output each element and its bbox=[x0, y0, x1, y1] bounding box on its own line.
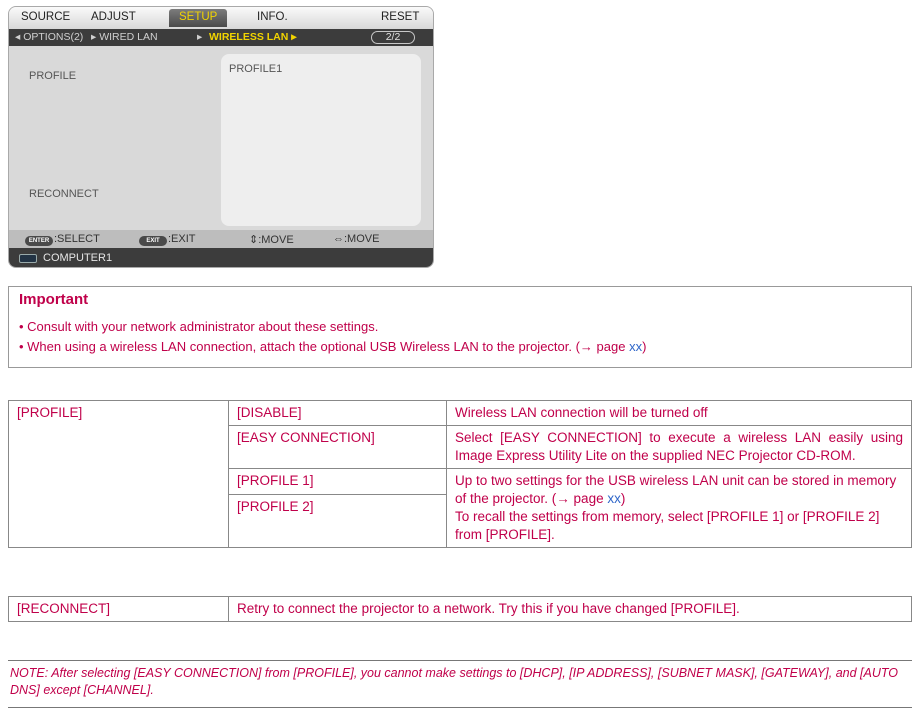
table-row: [RECONNECT] Retry to connect the project… bbox=[8, 596, 912, 622]
osd-subtab-bar: ◂ OPTIONS(2) ▸ WIRED LAN ▸ WIRELESS LAN … bbox=[9, 29, 433, 46]
option-easy-connection: [EASY CONNECTION] bbox=[228, 425, 447, 469]
option-disable: [DISABLE] bbox=[228, 400, 447, 426]
computer-input-icon bbox=[19, 254, 37, 263]
page-link[interactable]: xx bbox=[607, 491, 621, 506]
desc-profiles-text-1: Up to two settings for the USB wireless … bbox=[455, 473, 897, 506]
help-select: ENTER:SELECT bbox=[25, 233, 100, 246]
note: NOTE: After selecting [EASY CONNECTION] … bbox=[8, 660, 912, 708]
tab-info[interactable]: INFO. bbox=[257, 11, 288, 23]
option-profile-2: [PROFILE 2] bbox=[228, 494, 447, 548]
important-bullet-2-text: • When using a wireless LAN connection, … bbox=[19, 339, 630, 354]
osd-value-panel: PROFILE1 bbox=[221, 54, 421, 226]
desc-profiles: Up to two settings for the USB wireless … bbox=[446, 468, 912, 548]
desc-disable: Wireless LAN connection will be turned o… bbox=[446, 400, 912, 426]
help-select-text: :SELECT bbox=[54, 233, 100, 245]
help-exit-text: :EXIT bbox=[168, 233, 196, 245]
enter-key-icon: ENTER bbox=[25, 236, 53, 246]
desc-profiles-text-2: To recall the settings from memory, sele… bbox=[455, 509, 880, 542]
settings-table: [PROFILE] [DISABLE] Wireless LAN connect… bbox=[8, 400, 912, 548]
help-exit: EXIT:EXIT bbox=[139, 233, 196, 246]
tab-setup[interactable]: SETUP bbox=[169, 9, 228, 27]
osd-label-profile[interactable]: PROFILE bbox=[29, 70, 76, 82]
desc-profiles-close: ) bbox=[620, 491, 626, 506]
osd-source-bar: COMPUTER1 bbox=[9, 248, 433, 267]
subtab-wired-lan[interactable]: ▸ WIRED LAN bbox=[91, 31, 158, 43]
osd-tab-bar: SOURCE ADJUST SETUP INFO. RESET bbox=[9, 7, 433, 29]
table-row: [PROFILE] [DISABLE] Wireless LAN connect… bbox=[8, 400, 912, 548]
subtab-options2[interactable]: ◂ OPTIONS(2) bbox=[15, 31, 83, 43]
important-bullet-2: • When using a wireless LAN connection, … bbox=[19, 339, 646, 354]
important-title: Important bbox=[19, 291, 89, 308]
reconnect-cell: [RECONNECT] bbox=[8, 596, 229, 622]
osd-help-bar: ENTER:SELECT EXIT:EXIT ⇕:MOVE ⇔:MOVE bbox=[9, 230, 433, 248]
desc-reconnect: Retry to connect the projector to a netw… bbox=[228, 596, 912, 622]
important-box: Important • Consult with your network ad… bbox=[8, 286, 912, 368]
exit-key-icon: EXIT bbox=[139, 236, 167, 246]
profile-cell: [PROFILE] bbox=[8, 400, 229, 548]
tab-adjust[interactable]: ADJUST bbox=[91, 11, 136, 23]
subtab-separator: ▸ bbox=[197, 31, 203, 43]
page-link[interactable]: xx bbox=[629, 339, 642, 354]
option-profile-1: [PROFILE 1] bbox=[228, 468, 447, 495]
help-move-horizontal: ⇔:MOVE bbox=[333, 233, 380, 245]
source-name: COMPUTER1 bbox=[43, 252, 113, 264]
osd-profile-value[interactable]: PROFILE1 bbox=[229, 63, 282, 75]
help-move-vertical: ⇕:MOVE bbox=[249, 234, 294, 246]
page-indicator: 2/2 bbox=[371, 31, 415, 44]
desc-easy-connection: Select [EASY CONNECTION] to execute a wi… bbox=[446, 425, 912, 469]
subtab-wireless-lan[interactable]: WIRELESS LAN ▸ bbox=[209, 31, 297, 43]
tab-source[interactable]: SOURCE bbox=[21, 11, 70, 23]
important-bullet-2-close: ) bbox=[642, 339, 647, 354]
tab-reset[interactable]: RESET bbox=[381, 11, 419, 23]
reconnect-table: [RECONNECT] Retry to connect the project… bbox=[8, 596, 912, 622]
osd-label-reconnect[interactable]: RECONNECT bbox=[29, 188, 99, 200]
osd-menu: SOURCE ADJUST SETUP INFO. RESET ◂ OPTION… bbox=[8, 6, 434, 268]
osd-body: PROFILE RECONNECT PROFILE1 bbox=[9, 46, 433, 230]
important-bullet-1: • Consult with your network administrato… bbox=[19, 319, 379, 334]
